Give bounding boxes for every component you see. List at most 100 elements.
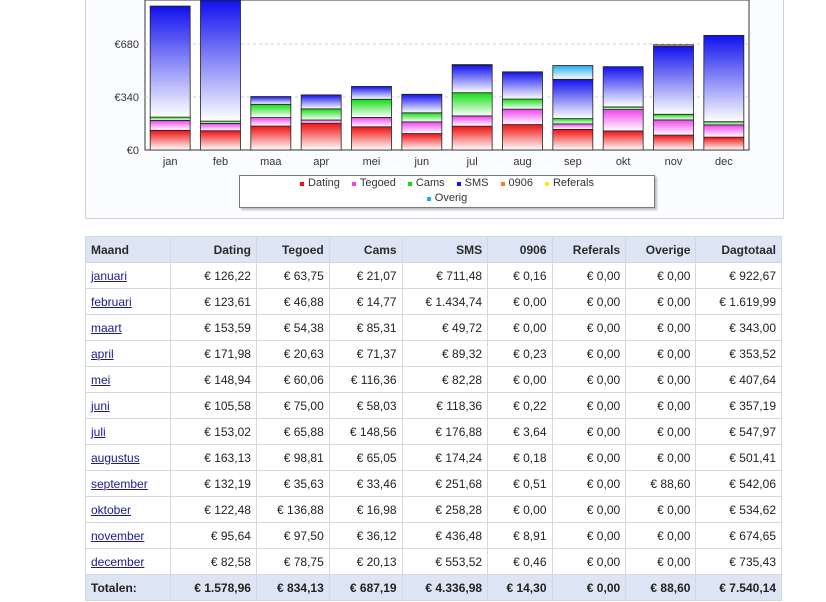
legend-swatch: [300, 181, 305, 186]
month-link-april[interactable]: april: [91, 347, 114, 361]
table-cell: € 54,38: [255, 314, 330, 341]
table-cell: € 63,75: [255, 262, 330, 289]
bar-segment-cams-apr: [300, 108, 342, 121]
x-tick-label: sep: [564, 156, 582, 168]
table-cell: € 82,58: [170, 548, 257, 575]
table-cell: € 153,59: [170, 314, 257, 341]
table-cell: € 88,60: [625, 470, 697, 497]
legend-swatch: [407, 181, 412, 186]
table-cell: € 132,19: [170, 470, 257, 497]
table-cell: € 3,64: [487, 418, 553, 445]
x-tick-label: jul: [466, 156, 478, 168]
bar-segment-sms-nov: [653, 45, 694, 115]
column-header-overige: Overige: [625, 236, 697, 263]
month-link-oktober[interactable]: oktober: [91, 503, 131, 517]
month-link-januari[interactable]: januari: [91, 269, 127, 283]
table-cell: € 36,12: [328, 522, 403, 549]
totals-label: Totalen:: [84, 574, 172, 601]
table-cell: € 0,00: [625, 496, 697, 523]
table-cell: € 436,48: [401, 522, 489, 549]
column-header-dating: Dating: [170, 236, 257, 263]
month-cell: maart: [84, 314, 172, 341]
table-cell: € 123,61: [170, 288, 257, 315]
column-header-cams: Cams: [328, 236, 403, 263]
table-cell: € 0,00: [551, 522, 627, 549]
legend-label: Overig: [434, 192, 468, 204]
month-link-maart[interactable]: maart: [91, 321, 122, 335]
table-cell: € 65,88: [255, 418, 330, 445]
bar-segment-sms-apr: [300, 94, 342, 110]
table-cell: € 553,52: [401, 548, 489, 575]
table-cell: € 174,24: [401, 444, 489, 471]
table-cell: € 542,06: [695, 470, 782, 497]
bar-segment-cams-nov: [653, 113, 694, 121]
bar-segment-sms-dec: [703, 35, 745, 123]
month-link-februari[interactable]: februari: [91, 295, 132, 309]
legend-item-sms: SMS: [456, 176, 489, 191]
table-cell: € 46,88: [255, 288, 330, 315]
legend-label: Dating: [308, 177, 340, 189]
table-cell: € 58,03: [328, 392, 403, 419]
legend-label: SMS: [464, 177, 489, 189]
bar-segment-sms-jan: [149, 5, 191, 118]
table-cell: € 0,00: [487, 496, 553, 523]
table-cell: € 20,13: [328, 548, 403, 575]
month-cell: april: [84, 340, 172, 367]
table-row: oktober € 122,48 € 136,88 € 16,98 € 258,28 € …: [84, 496, 782, 523]
bar-segment-tegoed-nov: [653, 119, 694, 136]
totals-cell: € 7.540,14: [695, 574, 782, 601]
bar-segment-tegoed-dec: [703, 124, 745, 138]
month-cell: november: [84, 522, 172, 549]
legend-item-referals: Referals: [544, 176, 594, 191]
y-tick-label: €340: [115, 92, 139, 104]
month-link-september[interactable]: september: [91, 477, 148, 491]
bar-segment-dating-nov: [653, 134, 694, 151]
bar-segment-dating-mei: [351, 126, 392, 151]
table-row: augustus € 163,13 € 98,81 € 65,05 € 174,24 € …: [84, 444, 782, 471]
table-cell: € 97,50: [255, 522, 330, 549]
table-cell: € 258,28: [401, 496, 489, 523]
bar-segment-tegoed-jan: [149, 119, 191, 131]
totals-row: Totalen: € 1.578,96 € 834,13 € 687,19 € 4.33…: [84, 574, 782, 601]
table-cell: € 1.434,74: [401, 288, 489, 315]
month-link-juni[interactable]: juni: [91, 399, 110, 413]
month-link-mei[interactable]: mei: [91, 373, 110, 387]
table-cell: € 674,65: [695, 522, 782, 549]
bar-segment-sms-sep: [552, 78, 594, 120]
table-cell: € 75,00: [255, 392, 330, 419]
totals-cell: € 88,60: [625, 574, 697, 601]
table-row: mei € 148,94 € 60,06 € 116,36 € 82,28 € 0,00 €…: [84, 366, 782, 393]
table-cell: € 0,00: [551, 418, 627, 445]
table-cell: € 89,32: [401, 340, 489, 367]
legend-swatch: [500, 181, 505, 186]
bar-segment-dating-jun: [401, 133, 443, 151]
month-link-juli[interactable]: juli: [91, 425, 106, 439]
table-cell: € 711,48: [401, 262, 489, 289]
bar-segment-sms-jun: [401, 93, 443, 114]
month-link-december[interactable]: december: [91, 555, 144, 569]
table-cell: € 0,22: [487, 392, 553, 419]
table-cell: € 33,46: [328, 470, 403, 497]
table-cell: € 0,00: [551, 444, 627, 471]
column-header-sms: SMS: [401, 236, 489, 263]
table-cell: € 0,00: [551, 314, 627, 341]
totals-cell: € 834,13: [255, 574, 330, 601]
bar-segment-sms-feb: [200, 0, 241, 122]
month-cell: december: [84, 548, 172, 575]
column-header-0906: 0906: [487, 236, 553, 263]
bar-segment-cams-maa: [250, 103, 292, 118]
table-cell: € 0,00: [551, 496, 627, 523]
x-tick-label: feb: [213, 156, 228, 168]
table-cell: € 95,64: [170, 522, 257, 549]
table-cell: € 501,41: [695, 444, 782, 471]
month-link-augustus[interactable]: augustus: [91, 451, 140, 465]
bar-segment-dating-aug: [502, 124, 543, 151]
table-cell: € 85,31: [328, 314, 403, 341]
table-cell: € 148,56: [328, 418, 403, 445]
table-row: juli € 153,02 € 65,88 € 148,56 € 176,88 € 3,6…: [84, 418, 782, 445]
table-cell: € 60,06: [255, 366, 330, 393]
column-header-referals: Referals: [551, 236, 627, 263]
table-cell: € 21,07: [328, 262, 403, 289]
month-link-november[interactable]: november: [91, 529, 144, 543]
table-cell: € 0,00: [625, 522, 697, 549]
